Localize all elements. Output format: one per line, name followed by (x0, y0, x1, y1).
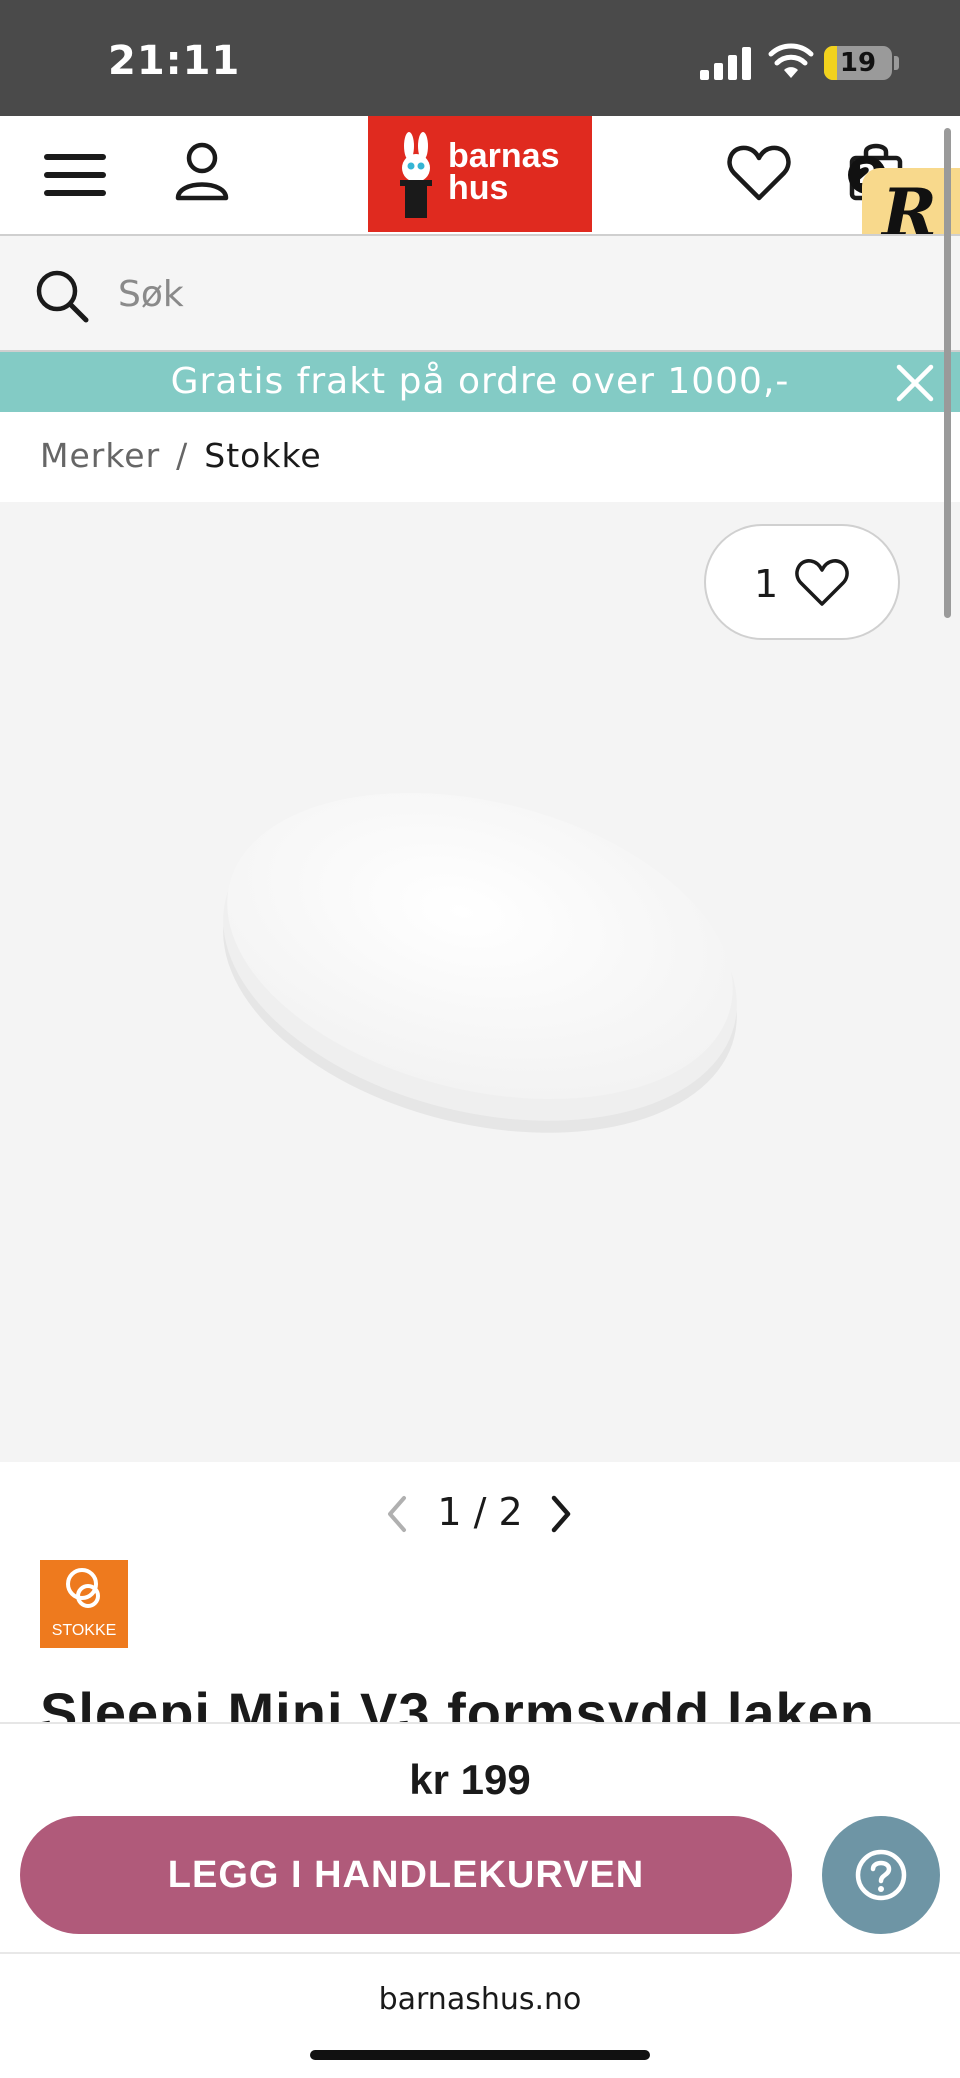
product-gallery[interactable]: 1 (0, 502, 960, 1462)
help-button[interactable] (822, 1816, 940, 1934)
stokke-logo-icon (66, 1568, 100, 1608)
home-indicator[interactable] (310, 2050, 650, 2060)
signal-icon (700, 47, 751, 80)
rabbit-logo-icon (400, 132, 432, 218)
breadcrumb: Merker / Stokke (40, 436, 322, 475)
product-title-wrapper: Sleepi Mini V3 formsydd laken (0, 1660, 960, 1722)
product-price: kr 199 (409, 1756, 531, 1803)
wishlist-heart-icon[interactable] (726, 142, 792, 204)
breadcrumb-separator: / (176, 436, 189, 475)
product-title: Sleepi Mini V3 formsydd laken (40, 1681, 876, 1722)
sticky-buy-bar: kr 199 LEGG I HANDLEKURVEN (0, 1722, 960, 1952)
site-header: barnas hus 2 R (0, 116, 960, 266)
favorite-count: 1 (754, 562, 779, 606)
browser-url: barnashus.no (378, 1982, 582, 2017)
chevron-left-icon[interactable] (380, 1492, 414, 1536)
brand-name: STOKKE (51, 1622, 117, 1639)
menu-icon[interactable] (40, 144, 110, 206)
logo-line-1: barnas (448, 137, 560, 175)
battery-level: 19 (839, 48, 877, 78)
user-icon[interactable] (172, 140, 232, 202)
question-icon (855, 1849, 907, 1901)
logo-line-2: hus (448, 169, 509, 207)
gallery-page-indicator: 1 / 2 (437, 1490, 523, 1534)
breadcrumb-link-merker[interactable]: Merker (40, 436, 160, 475)
search-icon[interactable] (34, 268, 90, 324)
barnashus-logo[interactable]: barnas hus (368, 116, 592, 232)
wifi-icon (768, 43, 814, 78)
search-input[interactable] (118, 258, 918, 330)
breadcrumb-current: Stokke (204, 436, 322, 475)
gallery-pager: 1 / 2 (0, 1484, 960, 1544)
promo-banner: Gratis frakt på ordre over 1000,- (0, 352, 960, 412)
battery-icon: 19 (824, 46, 892, 80)
status-bar: 21:11 19 (0, 0, 960, 116)
brand-logo-stokke[interactable]: STOKKE (40, 1560, 128, 1648)
battery-nub (894, 56, 899, 70)
heart-icon (795, 559, 849, 606)
add-to-cart-button[interactable]: LEGG I HANDLEKURVEN (20, 1816, 792, 1934)
logo-wordmark: barnas hus (448, 137, 560, 207)
chevron-right-icon[interactable] (544, 1492, 578, 1536)
promo-text: Gratis frakt på ordre over 1000,- (170, 361, 790, 402)
close-icon[interactable] (896, 364, 934, 402)
browser-url-bar[interactable]: barnashus.no (0, 1952, 960, 2078)
favorite-button[interactable]: 1 (704, 524, 900, 640)
status-time: 21:11 (108, 38, 241, 84)
page-scrollbar[interactable] (944, 128, 951, 618)
search-bar (0, 234, 960, 352)
product-image-mattress-sheet (223, 792, 737, 1133)
